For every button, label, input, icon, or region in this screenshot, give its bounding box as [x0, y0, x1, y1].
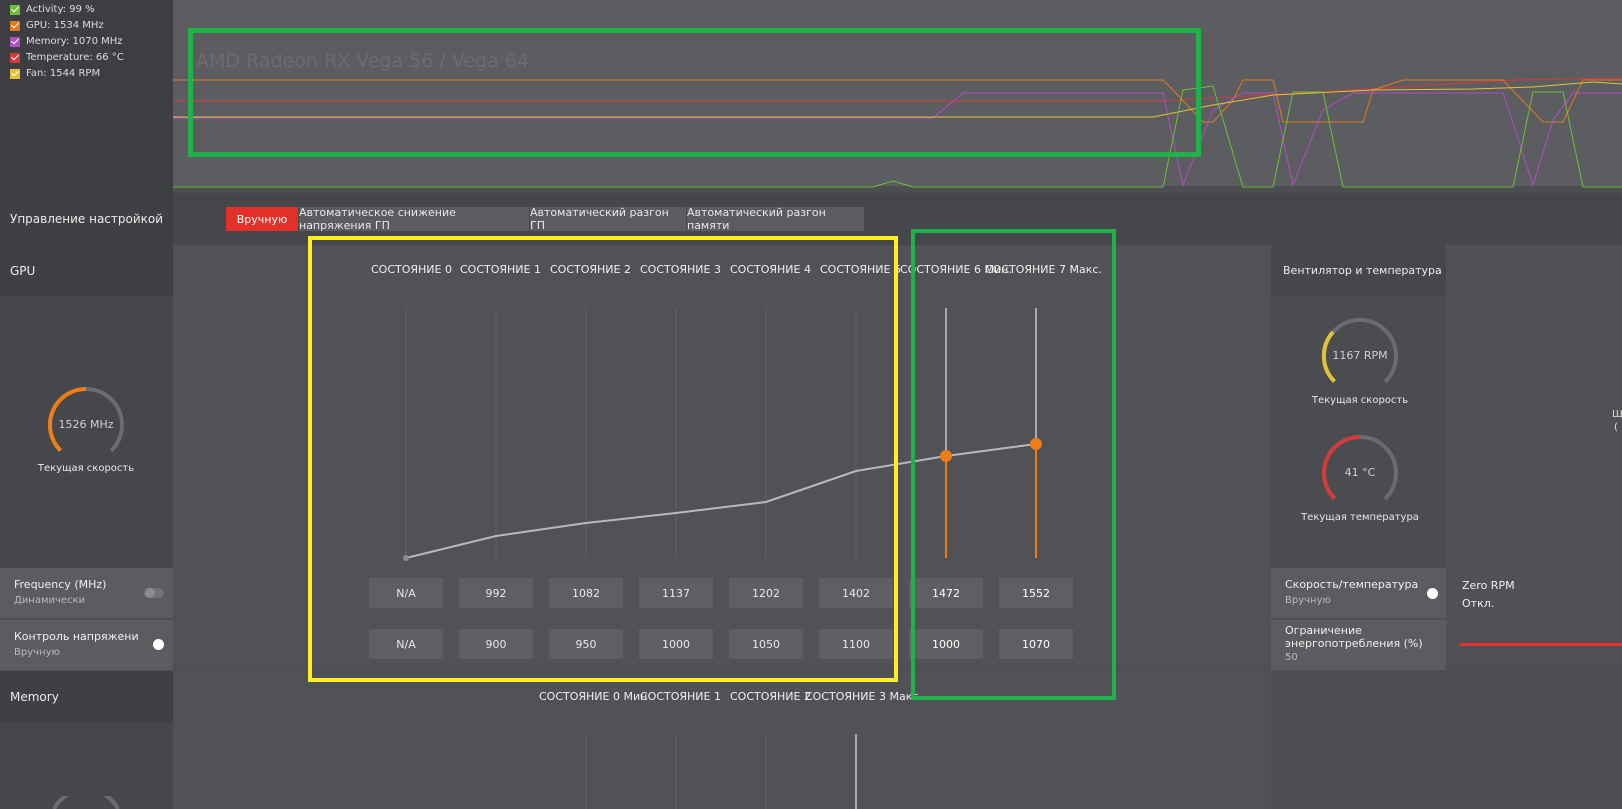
- tab-manual[interactable]: Вручную: [226, 207, 299, 231]
- zero-rpm-title: Zero RPM: [1462, 579, 1515, 592]
- memory-state-0-label: СОСТОЯНИЕ 0 Мин: [539, 690, 648, 703]
- speed-temp-switch[interactable]: [1427, 588, 1438, 599]
- checkbox-icon[interactable]: [10, 4, 20, 15]
- annotation-green-monitor: [188, 28, 1201, 157]
- tab-auto-undervolt-gpu[interactable]: Автоматическое снижение напряжения ГП: [299, 206, 530, 232]
- annotation-yellow-states: [308, 236, 898, 682]
- checkbox-icon[interactable]: [10, 36, 20, 47]
- clipped-letter: Щ: [1612, 409, 1622, 420]
- memory-state-1-label: СОСТОЯНИЕ 1: [640, 690, 721, 703]
- voltage-toggle-switch[interactable]: [153, 639, 164, 650]
- legend-label: Activity: 99 %: [26, 4, 95, 15]
- checkbox-icon[interactable]: [10, 68, 20, 79]
- gpu-speed-value: 1526 MHz: [58, 418, 114, 431]
- legend-item[interactable]: Temperature: 66 °C: [10, 52, 124, 63]
- frequency-toggle-knob: [145, 588, 155, 598]
- fan-temp-header: Вентилятор и температура: [1271, 245, 1446, 296]
- clipped-paren: (: [1614, 422, 1618, 433]
- legend-label: Temperature: 66 °C: [26, 52, 124, 63]
- power-limit-title: Ограничение энергопотребления (%): [1285, 624, 1423, 650]
- fan-speed-value: 1167 RPM: [1332, 349, 1388, 362]
- tuning-control-label: Управление настройкой: [0, 193, 173, 245]
- legend-label: Fan: 1544 RPM: [26, 68, 101, 79]
- speed-temp-title: Скорость/температура: [1285, 578, 1419, 591]
- zero-rpm-value[interactable]: Откл.: [1462, 597, 1494, 610]
- legend-item[interactable]: Fan: 1544 RPM: [10, 68, 100, 79]
- power-limit-slider[interactable]: [1460, 643, 1622, 646]
- memory-state-2-label: СОСТОЯНИЕ 2: [730, 690, 811, 703]
- power-limit-value: 50: [1285, 652, 1298, 663]
- legend-item[interactable]: Memory: 1070 MHz: [10, 36, 123, 47]
- memory-state-curve: [585, 734, 857, 809]
- temperature-caption: Текущая температура: [1301, 512, 1419, 523]
- voltage-toggle-title: Контроль напряжения ...: [14, 630, 139, 643]
- checkbox-icon[interactable]: [10, 52, 20, 63]
- checkbox-icon[interactable]: [10, 20, 20, 31]
- legend-label: Memory: 1070 MHz: [26, 36, 123, 47]
- memory-speed-gauge: [52, 796, 120, 809]
- voltage-toggle-sub: Вручную: [14, 647, 60, 658]
- speed-temp-sub: Вручную: [1285, 595, 1331, 606]
- speed-temp-row[interactable]: Скорость/температура Вручную: [1271, 568, 1446, 618]
- voltage-toggle-row[interactable]: Контроль напряжения ... Вручную: [0, 620, 173, 670]
- tab-auto-overclock-memory[interactable]: Автоматический разгон памяти: [687, 206, 865, 232]
- temperature-value: 41 °C: [1344, 466, 1376, 479]
- power-limit-row[interactable]: Ограничение энергопотребления (%) 50: [1271, 620, 1446, 670]
- legend-label: GPU: 1534 MHz: [26, 20, 104, 31]
- legend-item[interactable]: GPU: 1534 MHz: [10, 20, 104, 31]
- gpu-speed-caption: Текущая скорость: [37, 463, 135, 474]
- gpu-section-label: GPU: [0, 245, 173, 296]
- memory-section-label: Memory: [0, 671, 173, 722]
- tab-auto-overclock-gpu[interactable]: Автоматический разгон ГП: [530, 206, 687, 232]
- fan-speed-caption: Текущая скорость: [1311, 395, 1409, 406]
- memory-state-3-label: СОСТОЯНИЕ 3 Макс.: [805, 690, 922, 703]
- annotation-green-states: [911, 229, 1116, 700]
- legend-item[interactable]: Activity: 99 %: [10, 4, 95, 15]
